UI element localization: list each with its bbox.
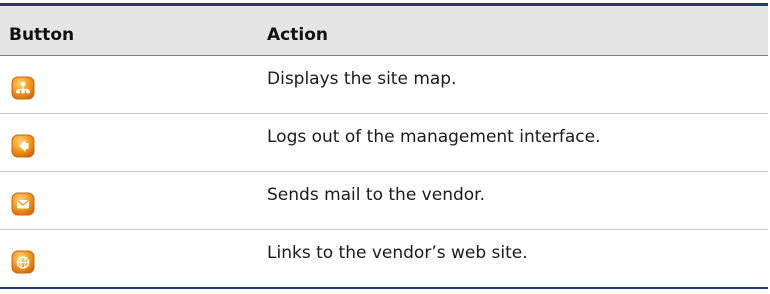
table-bottom-rule: [0, 287, 768, 289]
table-header-row: Button Action: [0, 6, 768, 55]
table-row: Links to the vendor’s web site.: [0, 230, 768, 287]
action-text: Sends mail to the vendor.: [267, 185, 485, 205]
table-row: Logs out of the management interface.: [0, 114, 768, 171]
table-row: Displays the site map.: [0, 56, 768, 113]
header-action: Action: [267, 25, 328, 45]
action-text: Logs out of the management interface.: [267, 127, 601, 147]
mail-icon: [11, 192, 35, 216]
web-globe-icon: [11, 250, 35, 274]
action-text: Displays the site map.: [267, 69, 457, 89]
header-button: Button: [9, 25, 75, 45]
site-map-icon: [11, 76, 35, 100]
action-text: Links to the vendor’s web site.: [267, 243, 528, 263]
logout-icon: [11, 134, 35, 158]
table-row: Sends mail to the vendor.: [0, 172, 768, 229]
